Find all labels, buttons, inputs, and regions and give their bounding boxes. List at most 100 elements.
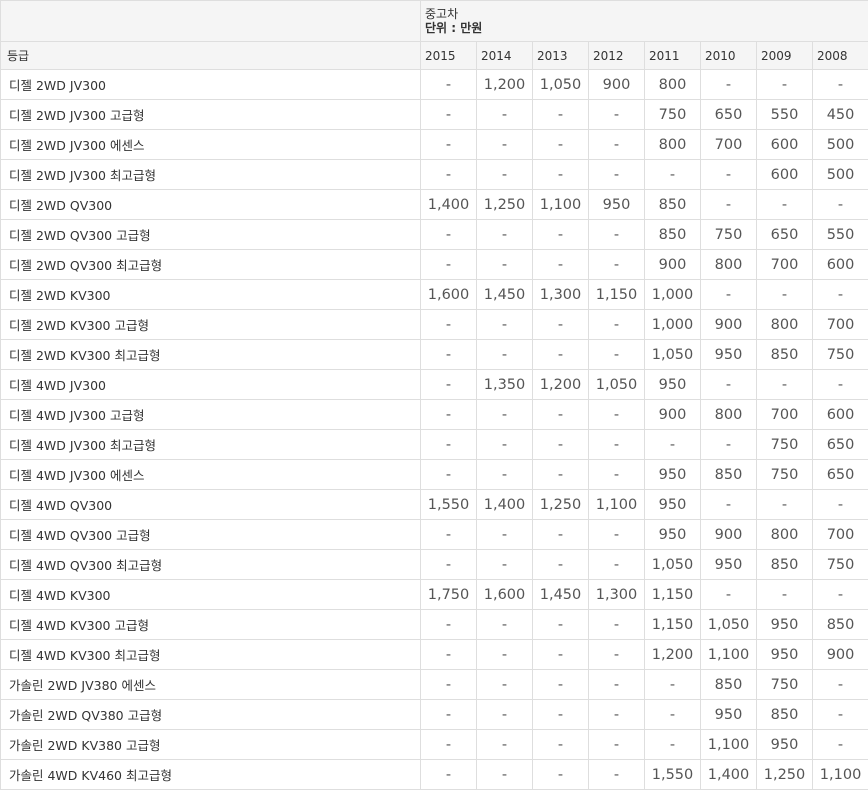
price-cell: 600 — [757, 130, 813, 160]
price-cell: - — [533, 550, 589, 580]
price-cell: - — [477, 670, 533, 700]
table-row: 디젤 4WD KV300 고급형----1,1501,050950850 — [1, 610, 868, 640]
price-cell: - — [477, 130, 533, 160]
grade-cell: 가솔린 4WD KV460 최고급형 — [1, 760, 421, 790]
price-cell: - — [477, 340, 533, 370]
table-row: 디젤 4WD JV300 고급형----900800700600 — [1, 400, 868, 430]
price-cell: 1,000 — [645, 280, 701, 310]
table-row: 디젤 4WD JV300-1,3501,2001,050950--- — [1, 370, 868, 400]
price-cell: - — [533, 760, 589, 790]
price-cell: 900 — [645, 400, 701, 430]
price-cell: - — [589, 460, 645, 490]
price-cell: - — [813, 730, 868, 760]
price-cell: - — [813, 700, 868, 730]
price-cell: - — [421, 130, 477, 160]
table-row: 디젤 2WD JV300-1,2001,050900800--- — [1, 70, 868, 100]
price-cell: 700 — [757, 400, 813, 430]
price-cell: 1,400 — [477, 490, 533, 520]
price-cell: 800 — [757, 310, 813, 340]
grade-cell: 디젤 4WD QV300 최고급형 — [1, 550, 421, 580]
table-row: 디젤 2WD JV300 에센스----800700600500 — [1, 130, 868, 160]
price-cell: - — [589, 730, 645, 760]
table-row: 디젤 2WD KV300 고급형----1,000900800700 — [1, 310, 868, 340]
price-cell: 1,450 — [533, 580, 589, 610]
table-row: 디젤 2WD QV300 고급형----850750650550 — [1, 220, 868, 250]
price-cell: - — [477, 160, 533, 190]
grade-cell: 디젤 4WD QV300 — [1, 490, 421, 520]
price-cell: - — [421, 550, 477, 580]
price-cell: - — [813, 70, 868, 100]
table-row: 디젤 2WD QV3001,4001,2501,100950850--- — [1, 190, 868, 220]
price-cell: - — [533, 100, 589, 130]
price-cell: 950 — [645, 520, 701, 550]
price-cell: - — [421, 340, 477, 370]
price-cell: 500 — [813, 160, 868, 190]
price-cell: 1,100 — [813, 760, 868, 790]
table-row: 디젤 4WD QV3001,5501,4001,2501,100950--- — [1, 490, 868, 520]
price-cell: - — [533, 310, 589, 340]
grade-cell: 디젤 4WD JV300 최고급형 — [1, 430, 421, 460]
caption-row: 중고차 단위 : 만원 — [1, 1, 868, 42]
price-cell: - — [589, 640, 645, 670]
price-table: 중고차 단위 : 만원 등급 2015 2014 2013 2012 2011 … — [0, 0, 868, 790]
price-cell: 1,050 — [589, 370, 645, 400]
price-cell: 750 — [813, 340, 868, 370]
price-cell: - — [533, 430, 589, 460]
price-cell: 850 — [757, 700, 813, 730]
price-cell: 750 — [757, 460, 813, 490]
price-cell: - — [477, 550, 533, 580]
year-header: 2008 — [813, 42, 868, 70]
caption-title: 중고차 — [425, 7, 868, 21]
grade-cell: 디젤 4WD JV300 고급형 — [1, 400, 421, 430]
price-cell: - — [477, 430, 533, 460]
price-cell: 1,250 — [533, 490, 589, 520]
price-cell: 1,100 — [533, 190, 589, 220]
year-header: 2011 — [645, 42, 701, 70]
price-cell: 1,300 — [589, 580, 645, 610]
price-cell: - — [589, 670, 645, 700]
price-cell: 1,100 — [701, 640, 757, 670]
price-cell: 950 — [645, 370, 701, 400]
price-cell: 1,050 — [701, 610, 757, 640]
price-cell: - — [701, 190, 757, 220]
grade-cell: 디젤 2WD KV300 — [1, 280, 421, 310]
price-cell: 750 — [701, 220, 757, 250]
price-cell: - — [421, 70, 477, 100]
price-cell: 700 — [701, 130, 757, 160]
price-cell: 1,250 — [757, 760, 813, 790]
table-row: 디젤 4WD KV300 최고급형----1,2001,100950900 — [1, 640, 868, 670]
price-cell: - — [645, 160, 701, 190]
price-cell: - — [533, 520, 589, 550]
price-cell: 1,600 — [421, 280, 477, 310]
price-cell: 650 — [813, 460, 868, 490]
price-cell: 1,100 — [589, 490, 645, 520]
table-row: 가솔린 2WD QV380 고급형-----950850- — [1, 700, 868, 730]
price-cell: - — [589, 610, 645, 640]
price-cell: 850 — [757, 340, 813, 370]
price-cell: 650 — [701, 100, 757, 130]
price-cell: 850 — [757, 550, 813, 580]
price-cell: 950 — [701, 550, 757, 580]
price-cell: 800 — [645, 70, 701, 100]
price-cell: - — [589, 340, 645, 370]
table-row: 디젤 2WD JV300 최고급형------600500 — [1, 160, 868, 190]
table-row: 디젤 2WD KV3001,6001,4501,3001,1501,000--- — [1, 280, 868, 310]
price-cell: 1,300 — [533, 280, 589, 310]
price-cell: 550 — [757, 100, 813, 130]
price-cell: - — [589, 130, 645, 160]
price-cell: 900 — [645, 250, 701, 280]
price-cell: 1,750 — [421, 580, 477, 610]
price-cell: 750 — [813, 550, 868, 580]
table-row: 가솔린 4WD KV460 최고급형----1,5501,4001,2501,1… — [1, 760, 868, 790]
grade-cell: 디젤 4WD KV300 최고급형 — [1, 640, 421, 670]
price-cell: - — [421, 700, 477, 730]
grade-cell: 디젤 2WD KV300 고급형 — [1, 310, 421, 340]
price-cell: 1,550 — [421, 490, 477, 520]
price-cell: - — [533, 700, 589, 730]
price-cell: - — [813, 670, 868, 700]
grade-cell: 디젤 4WD JV300 에센스 — [1, 460, 421, 490]
price-cell: - — [477, 730, 533, 760]
price-cell: 1,050 — [645, 340, 701, 370]
price-cell: 550 — [813, 220, 868, 250]
header-row: 등급 2015 2014 2013 2012 2011 2010 2009 20… — [1, 42, 868, 70]
